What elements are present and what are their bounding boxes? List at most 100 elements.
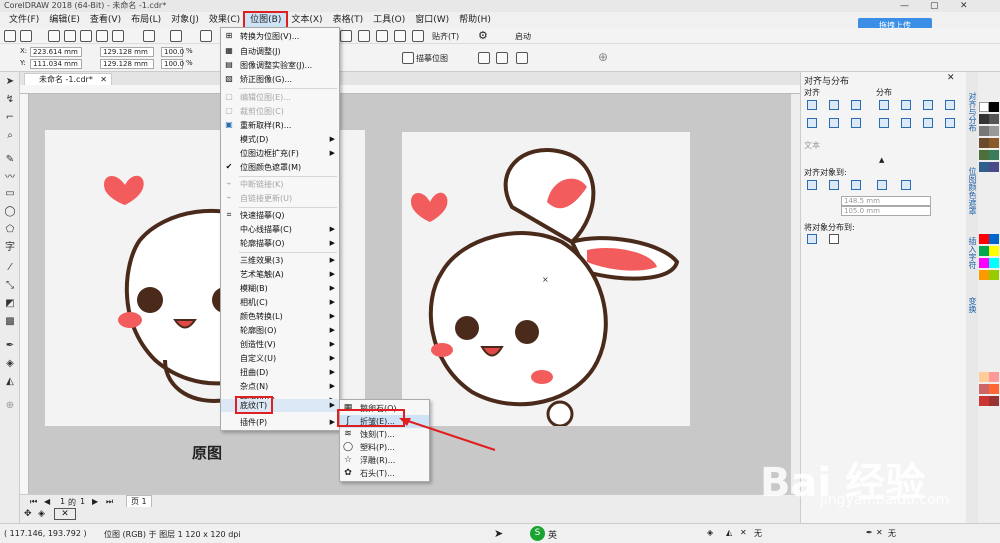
menu-blur[interactable]: 模糊(B) ▶ xyxy=(221,282,339,295)
menu-file[interactable]: 文件(F) xyxy=(4,13,44,27)
no-fill-swatch[interactable]: ✕ xyxy=(54,508,76,520)
height-field[interactable]: 129.128 mm xyxy=(100,59,154,69)
align-left-icon[interactable] xyxy=(807,100,817,110)
distribute-middle-icon[interactable] xyxy=(901,118,911,128)
print-icon[interactable] xyxy=(64,30,76,42)
menu-distort[interactable]: 扭曲(D) ▶ xyxy=(221,366,339,379)
ellipse-tool-icon[interactable]: ◯ xyxy=(4,206,16,218)
align-center-h-icon[interactable] xyxy=(829,100,839,110)
submenu-relief[interactable]: ☆ 浮雕(R)... xyxy=(340,454,429,467)
selected-image[interactable]: × xyxy=(402,132,690,428)
interactive-fill-icon[interactable]: ◈ xyxy=(4,358,16,370)
text-tool-icon[interactable]: 字 xyxy=(4,242,16,254)
menu-effects[interactable]: 效果(C) xyxy=(204,13,245,27)
menu-3d-effects[interactable]: 三维效果(3) ▶ xyxy=(221,254,339,267)
add-icon[interactable]: ⊕ xyxy=(598,50,608,64)
new-icon[interactable] xyxy=(4,30,16,42)
trace-bitmap-icon[interactable] xyxy=(402,52,414,64)
swatch[interactable] xyxy=(989,234,999,244)
shape-tool-icon[interactable]: ↯ xyxy=(4,94,16,106)
undo-icon[interactable] xyxy=(143,30,155,42)
x-field[interactable]: 223.614 mm xyxy=(30,47,82,57)
swatch[interactable] xyxy=(989,150,999,160)
menu-resample[interactable]: ▣ 重新取样(R)... xyxy=(221,119,339,132)
menu-tools[interactable]: 工具(O) xyxy=(368,13,410,27)
menu-mode[interactable]: 模式(D) ▶ xyxy=(221,133,339,146)
y-field[interactable]: 111.034 mm xyxy=(30,59,82,69)
launch-dropdown[interactable]: 启动 xyxy=(515,31,531,42)
docker-tab-insert-char[interactable]: 插入字符 xyxy=(966,237,978,269)
swatch[interactable] xyxy=(989,396,999,406)
swatch[interactable] xyxy=(989,162,999,172)
swatch[interactable] xyxy=(979,234,989,244)
zoom-tool-icon[interactable]: ⌕ xyxy=(4,130,16,142)
align-page-edge-icon[interactable] xyxy=(829,180,839,190)
copy-icon[interactable] xyxy=(96,30,108,42)
swatch[interactable] xyxy=(989,372,999,382)
docker-close-icon[interactable]: ✕ xyxy=(947,73,955,83)
swatch-none[interactable] xyxy=(979,102,989,112)
menu-edit[interactable]: 编辑(E) xyxy=(44,13,85,27)
pick-tool-icon[interactable]: ➤ xyxy=(4,76,16,88)
import-icon[interactable] xyxy=(200,30,212,42)
prev-page-icon[interactable]: ◀ xyxy=(44,497,50,506)
align-point-icon[interactable] xyxy=(901,180,911,190)
collapse-arrow-icon[interactable]: ▲ xyxy=(879,156,884,164)
guidelines-icon[interactable] xyxy=(412,30,424,42)
distribute-selection-icon[interactable] xyxy=(807,234,817,244)
vertical-ruler[interactable] xyxy=(20,94,29,494)
menu-update-link[interactable]: ⌁ 自链接更新(U) xyxy=(221,192,339,205)
next-page-icon[interactable]: ▶ xyxy=(92,497,98,506)
smart-fill-icon[interactable]: ◭ xyxy=(4,376,16,388)
open-icon[interactable] xyxy=(20,30,32,42)
menu-art-strokes[interactable]: 艺术笔触(A) ▶ xyxy=(221,268,339,281)
swatch[interactable] xyxy=(989,102,999,112)
menu-plugins[interactable]: 插件(P) ▶ xyxy=(221,416,339,429)
trace-bitmap-dropdown[interactable]: 描摹位图 xyxy=(416,53,448,64)
shadow-tool-icon[interactable]: ◩ xyxy=(4,298,16,310)
swatch[interactable] xyxy=(979,246,989,256)
menu-quick-trace[interactable]: ⌗ 快速描摹(Q) xyxy=(221,209,339,222)
dimension-tool-icon[interactable]: ⁄ xyxy=(4,262,16,274)
distribute-bottom-icon[interactable] xyxy=(923,118,933,128)
menu-object[interactable]: 对象(J) xyxy=(166,13,204,27)
swatch[interactable] xyxy=(979,162,989,172)
scale-x-field[interactable]: 100.0 xyxy=(161,47,184,57)
distribute-top-icon[interactable] xyxy=(879,118,889,128)
crop-tool-icon[interactable]: ⌐ xyxy=(4,112,16,124)
distribute-space-v-icon[interactable] xyxy=(945,118,955,128)
fill-indicator-icon[interactable]: ◈ xyxy=(38,509,45,519)
pan-icon[interactable]: ✥ xyxy=(24,509,32,519)
menu-view[interactable]: 查看(V) xyxy=(85,13,126,27)
docker-tab-transform[interactable]: 变换 xyxy=(966,297,978,313)
fill-bucket-icon[interactable]: ◭ xyxy=(726,528,732,537)
swatch[interactable] xyxy=(979,114,989,124)
distribute-right-icon[interactable] xyxy=(923,100,933,110)
close-button[interactable]: ✕ xyxy=(960,0,968,12)
menu-creative[interactable]: 创造性(V) ▶ xyxy=(221,338,339,351)
grid-icon[interactable] xyxy=(394,30,406,42)
zoom-icon[interactable] xyxy=(340,30,352,42)
rulers-icon[interactable] xyxy=(376,30,388,42)
swatch[interactable] xyxy=(979,372,989,382)
horizontal-ruler[interactable] xyxy=(20,85,800,94)
swatch[interactable] xyxy=(989,258,999,268)
minimize-button[interactable]: — xyxy=(900,0,909,12)
distribute-space-h-icon[interactable] xyxy=(945,100,955,110)
swatch[interactable] xyxy=(989,138,999,148)
menu-color-mask[interactable]: ✔ 位图颜色遮罩(M) xyxy=(221,161,339,174)
outline-pen-icon[interactable]: ✒ xyxy=(866,528,873,537)
eyedropper-tool-icon[interactable]: ✒ xyxy=(4,340,16,352)
first-page-icon[interactable]: ⏮ xyxy=(30,497,37,507)
distribute-page-icon[interactable] xyxy=(829,234,839,244)
swatch[interactable] xyxy=(989,246,999,256)
menu-color-transform[interactable]: 颜色转换(L) ▶ xyxy=(221,310,339,323)
swatch[interactable] xyxy=(979,150,989,160)
menu-layout[interactable]: 布局(L) xyxy=(126,13,166,27)
swatch[interactable] xyxy=(979,138,989,148)
align-grid-icon[interactable] xyxy=(877,180,887,190)
ime-mode[interactable]: 英 xyxy=(548,528,557,541)
menu-break-link[interactable]: ⌁ 中断链接(K) xyxy=(221,178,339,191)
submenu-stone[interactable]: ✿ 石头(T)... xyxy=(340,467,429,480)
swatch[interactable] xyxy=(989,114,999,124)
